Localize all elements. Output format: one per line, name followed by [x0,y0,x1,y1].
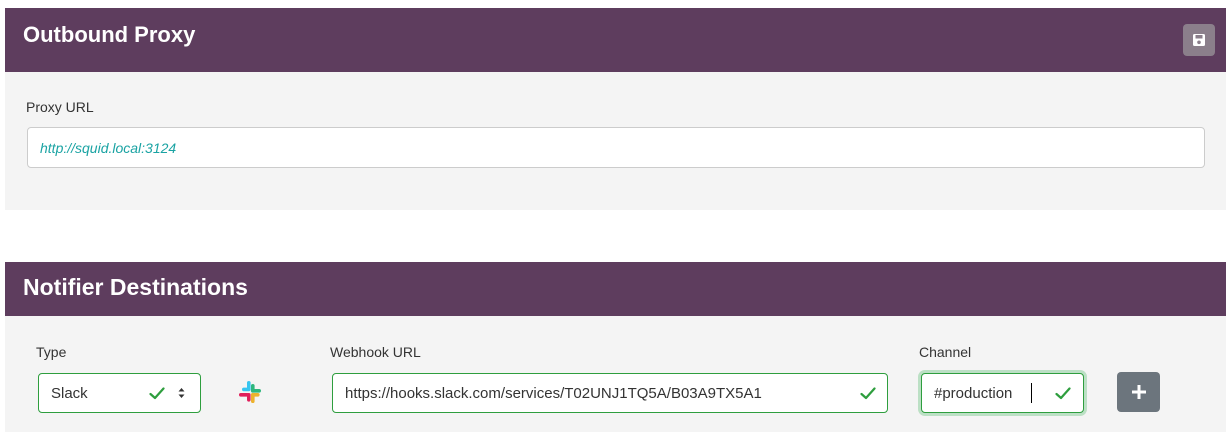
type-label: Type [36,344,67,360]
type-select[interactable]: Slack [38,373,201,413]
outbound-proxy-title: Outbound Proxy [23,22,196,47]
plus-icon [1131,385,1146,399]
outbound-proxy-card: Outbound Proxy Proxy URL http://squid.lo… [5,8,1226,210]
valid-check-icon [149,387,165,400]
slack-icon [239,381,261,403]
notifier-destinations-header: Notifier Destinations [5,262,1226,316]
save-button[interactable] [1183,24,1215,56]
proxy-url-value: http://squid.local:3124 [40,139,177,156]
notifier-destinations-title: Notifier Destinations [23,274,248,300]
proxy-url-label: Proxy URL [26,99,94,115]
webhook-url-input[interactable]: https://hooks.slack.com/services/T02UNJ1… [332,373,888,413]
add-destination-button[interactable] [1117,372,1160,412]
notifier-destinations-card: Notifier Destinations Type Slack Webhook… [5,262,1226,432]
webhook-url-value: https://hooks.slack.com/services/T02UNJ1… [345,384,762,402]
select-arrows-icon [178,388,185,398]
floppy-disk-icon [1193,34,1205,46]
channel-input[interactable]: #production [921,373,1084,413]
channel-label: Channel [919,344,972,360]
text-cursor [1031,383,1032,403]
webhook-url-label: Webhook URL [330,344,421,360]
valid-check-icon [860,387,876,400]
type-select-value: Slack [51,384,88,402]
valid-check-icon [1055,387,1071,400]
outbound-proxy-header: Outbound Proxy [5,8,1226,72]
proxy-url-input[interactable]: http://squid.local:3124 [27,127,1205,168]
channel-value: #production [934,384,1013,402]
